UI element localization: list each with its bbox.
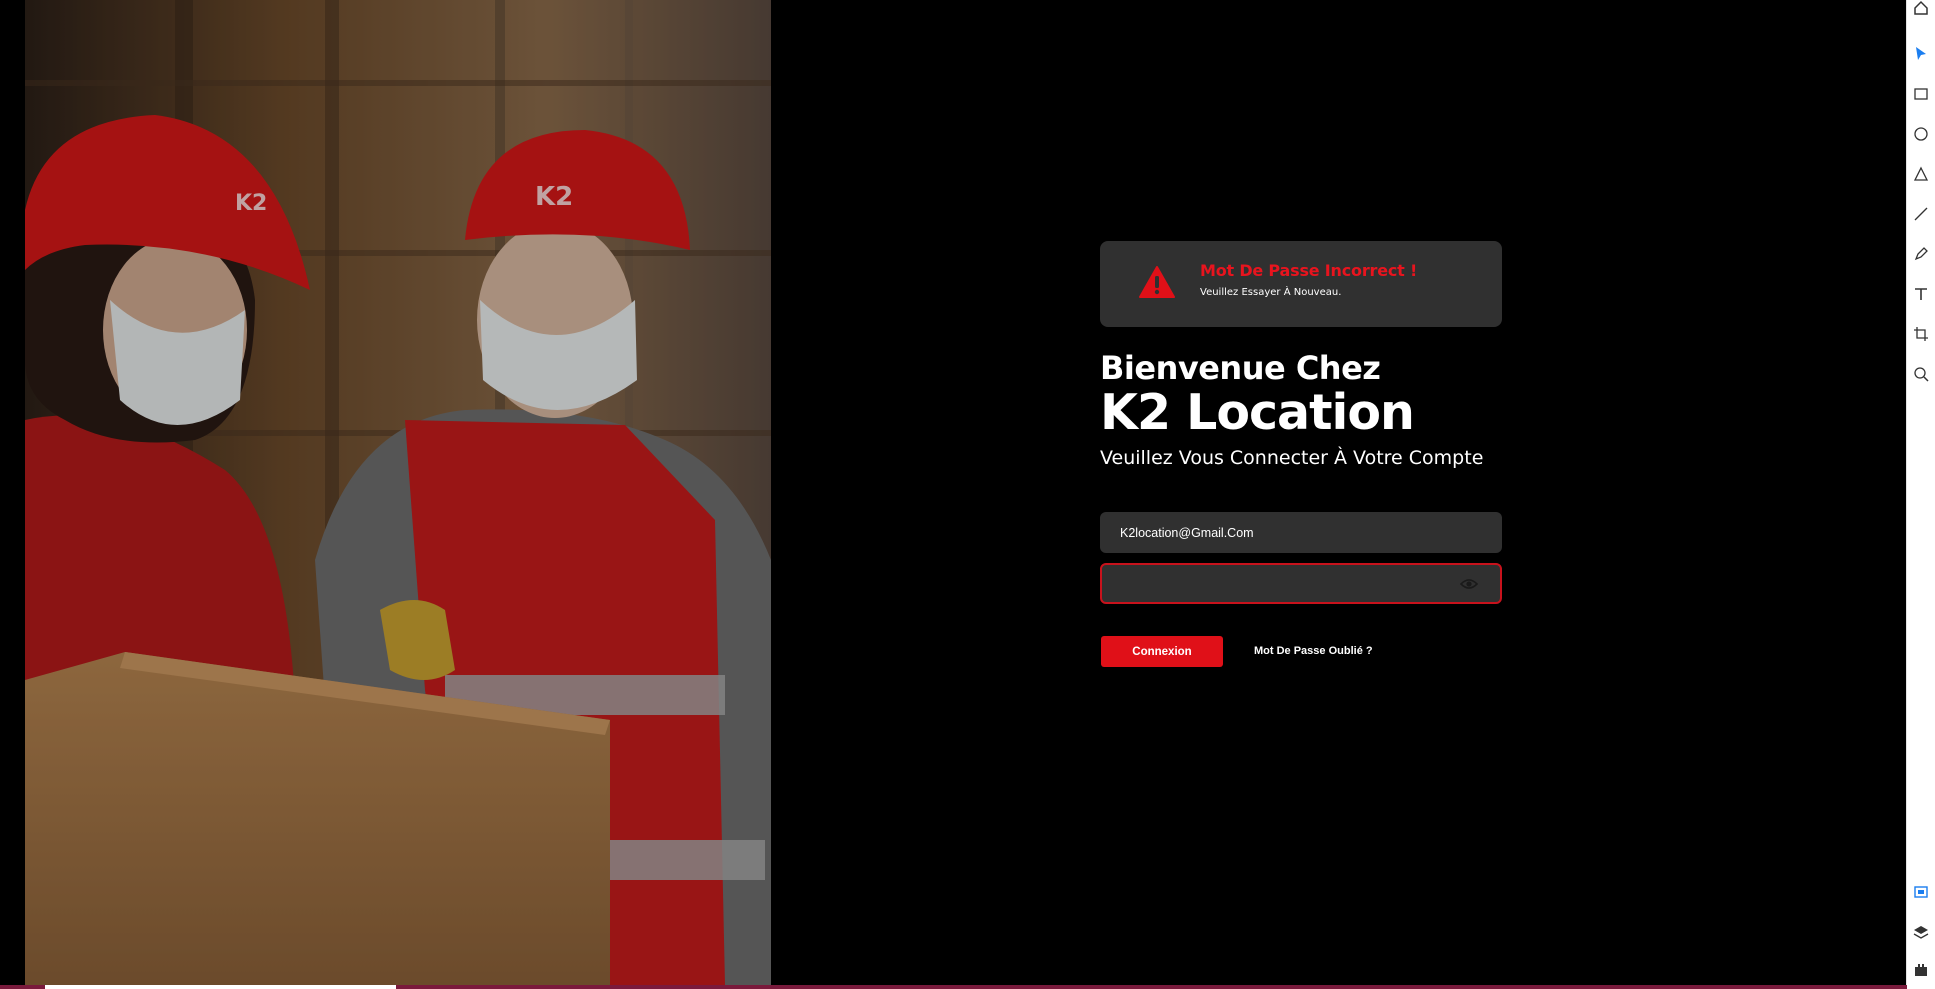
error-alert: Mot De Passe Incorrect ! Veuillez Essaye… (1100, 241, 1502, 327)
crop-icon[interactable] (1913, 326, 1929, 342)
password-field (1100, 563, 1502, 604)
bottom-scrollbar[interactable] (0, 985, 1907, 989)
plugins-icon[interactable] (1913, 962, 1929, 978)
scrollbar-thumb[interactable] (45, 985, 397, 989)
text-icon[interactable] (1913, 286, 1929, 302)
alert-message: Veuillez Essayer À Nouveau. (1200, 287, 1342, 298)
rectangle-icon[interactable] (1913, 86, 1929, 102)
brand-title: K2 Location (1100, 384, 1415, 441)
warning-triangle-icon (1139, 266, 1175, 298)
login-subtitle: Veuillez Vous Connecter À Votre Compte (1100, 447, 1484, 469)
zoom-icon[interactable] (1913, 366, 1929, 382)
warehouse-workers-photo: K2 K2 (25, 0, 771, 985)
login-page: K2 K2 Mot De Passe Incorrect ! Veuillez … (0, 0, 1935, 989)
pointer-icon[interactable] (1913, 46, 1929, 62)
welcome-heading: Bienvenue Chez (1100, 349, 1381, 387)
triangle-icon[interactable] (1913, 166, 1929, 182)
ellipse-icon[interactable] (1913, 126, 1929, 142)
line-icon[interactable] (1913, 206, 1929, 222)
tool-strip (1906, 0, 1935, 989)
connexion-button[interactable]: Connexion (1101, 636, 1223, 667)
eye-icon[interactable] (1460, 577, 1478, 591)
layers-icon[interactable] (1913, 924, 1929, 940)
photo-illustration: K2 K2 (25, 0, 771, 985)
frame-icon[interactable] (1913, 884, 1929, 900)
pen-icon[interactable] (1913, 246, 1929, 262)
form-actions: Connexion Mot De Passe Oublié ? (1100, 636, 1504, 668)
alert-title: Mot De Passe Incorrect ! (1200, 261, 1418, 280)
password-input[interactable] (1102, 565, 1500, 602)
forgot-password-link[interactable]: Mot De Passe Oublié ? (1254, 645, 1373, 657)
home-icon[interactable] (1913, 0, 1929, 16)
email-input[interactable] (1100, 512, 1502, 553)
email-field (1100, 512, 1502, 553)
login-form: Mot De Passe Incorrect ! Veuillez Essaye… (1100, 241, 1504, 668)
